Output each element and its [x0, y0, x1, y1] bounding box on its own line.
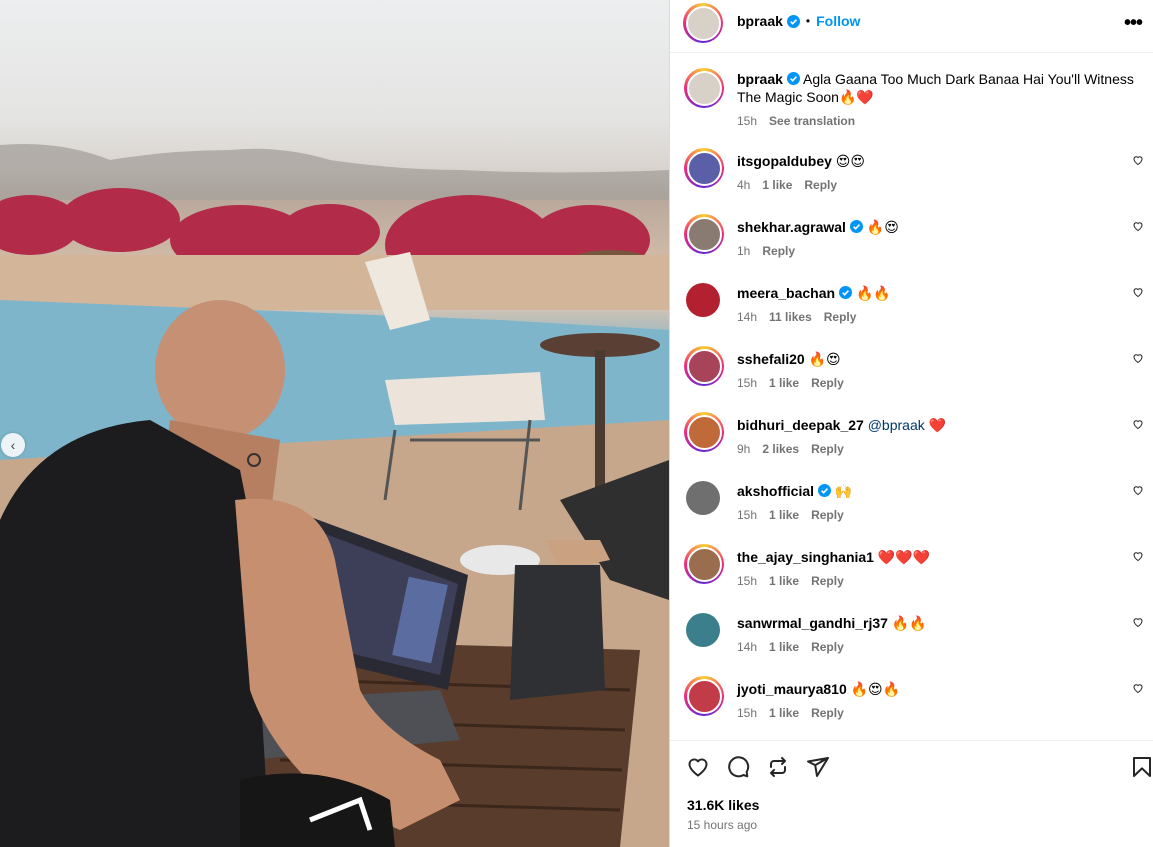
verified-badge-icon — [818, 484, 832, 497]
caption-author-avatar[interactable] — [684, 68, 724, 108]
reply-button[interactable]: Reply — [811, 374, 844, 392]
comment-like-heart-icon[interactable] — [1132, 418, 1144, 430]
verified-badge-icon — [839, 286, 853, 299]
comment-text: 🔥😍 — [808, 351, 841, 367]
comment-like-heart-icon[interactable] — [1132, 154, 1144, 166]
comment-time: 14h — [737, 310, 758, 324]
comment-like-heart-icon[interactable] — [1132, 286, 1144, 298]
comment-icon[interactable] — [726, 755, 750, 779]
verified-badge-icon — [849, 220, 863, 233]
post-image: ‹ — [0, 0, 669, 847]
action-bar — [686, 755, 830, 779]
reply-button[interactable]: Reply — [804, 176, 837, 194]
comment-time: 4h — [737, 178, 751, 192]
comment-like-count[interactable]: 11 likes — [769, 308, 812, 326]
comment-like-count[interactable]: 1 like — [769, 638, 799, 656]
commenter-avatar[interactable] — [684, 412, 724, 452]
comment-like-heart-icon[interactable] — [1132, 352, 1144, 364]
commenter-username[interactable]: akshofficial — [737, 483, 814, 499]
comment-like-count[interactable]: 1 like — [769, 572, 799, 590]
author-username[interactable]: bpraak — [737, 13, 783, 29]
verified-badge-icon — [786, 72, 800, 85]
comment-text: 🔥😍🔥 — [850, 681, 901, 697]
comment-mention-link[interactable]: @bpraak — [868, 417, 925, 433]
commenter-username[interactable]: shekhar.agrawal — [737, 219, 846, 235]
comment-like-count[interactable]: 2 likes — [762, 440, 799, 458]
reply-button[interactable]: Reply — [811, 440, 844, 458]
caption-timestamp: 15h — [737, 114, 758, 128]
heart-icon[interactable] — [686, 755, 710, 779]
comment-time: 15h — [737, 706, 758, 720]
comment-text: 😍😍 — [835, 153, 865, 169]
reply-button[interactable]: Reply — [811, 572, 844, 590]
more-options-icon[interactable]: ••• — [1124, 12, 1143, 35]
commenter-avatar[interactable] — [684, 148, 724, 188]
follow-button[interactable]: Follow — [816, 13, 860, 29]
caption-emojis: 🔥❤️ — [838, 89, 874, 105]
comment-like-heart-icon[interactable] — [1132, 682, 1144, 694]
bookmark-icon[interactable] — [1130, 755, 1153, 779]
share-icon[interactable] — [806, 755, 830, 779]
commenter-avatar[interactable] — [686, 283, 720, 317]
commenter-avatar[interactable] — [686, 481, 720, 515]
comment-time: 9h — [737, 442, 751, 456]
commenter-username[interactable]: itsgopaldubey — [737, 153, 832, 169]
post-photo-illustration — [0, 144, 669, 847]
commenter-username[interactable]: sshefali20 — [737, 351, 805, 367]
post-header: bpraak • Follow ••• — [670, 0, 1153, 53]
comment-time: 15h — [737, 574, 758, 588]
reply-button[interactable]: Reply — [811, 704, 844, 722]
post-timestamp: 15 hours ago — [687, 818, 758, 832]
comment-text: 🔥🔥 — [891, 615, 927, 631]
post-side-panel: bpraak • Follow ••• bpraak Agla Gaana To… — [669, 0, 1153, 847]
post-actions-footer: 31.6K likes 15 hours ago — [670, 740, 1153, 847]
comment-like-count[interactable]: 1 like — [769, 704, 799, 722]
see-translation-link[interactable]: See translation — [769, 112, 855, 130]
comment-like-heart-icon[interactable] — [1132, 616, 1144, 628]
comment-time: 14h — [737, 640, 758, 654]
commenter-username[interactable]: jyoti_maurya810 — [737, 681, 847, 697]
repost-icon[interactable] — [766, 755, 790, 779]
separator-dot: • — [805, 14, 811, 28]
comment-time: 15h — [737, 376, 758, 390]
reply-button[interactable]: Reply — [811, 506, 844, 524]
reply-button[interactable]: Reply — [811, 638, 844, 656]
verified-badge-icon — [786, 14, 800, 28]
comment-text: 🙌 — [834, 483, 853, 499]
commenter-avatar[interactable] — [684, 544, 724, 584]
commenter-username[interactable]: the_ajay_singhania1 — [737, 549, 874, 565]
comment-time: 15h — [737, 508, 758, 522]
reply-button[interactable]: Reply — [762, 242, 795, 260]
commenter-avatar[interactable] — [684, 676, 724, 716]
comment-text: 🔥😍 — [866, 219, 899, 235]
commenter-username[interactable]: sanwrmal_gandhi_rj37 — [737, 615, 888, 631]
comment-time: 1h — [737, 244, 751, 258]
commenter-avatar[interactable] — [684, 346, 724, 386]
comment-like-count[interactable]: 1 like — [769, 374, 799, 392]
author-avatar[interactable] — [683, 3, 723, 43]
commenter-avatar[interactable] — [684, 214, 724, 254]
commenter-username[interactable]: bidhuri_deepak_27 — [737, 417, 864, 433]
author-line: bpraak • Follow — [737, 13, 860, 29]
reply-button[interactable]: Reply — [824, 308, 857, 326]
likes-count[interactable]: 31.6K likes — [687, 797, 759, 813]
commenter-avatar[interactable] — [686, 613, 720, 647]
comment-like-count[interactable]: 1 like — [769, 506, 799, 524]
commenter-username[interactable]: meera_bachan — [737, 285, 835, 301]
comment-text: ❤️ — [928, 417, 947, 433]
comment-like-heart-icon[interactable] — [1132, 550, 1144, 562]
comment-like-heart-icon[interactable] — [1132, 484, 1144, 496]
comment-text: 🔥🔥 — [855, 285, 891, 301]
caption-username[interactable]: bpraak — [737, 71, 783, 87]
comment-like-heart-icon[interactable] — [1132, 220, 1144, 232]
comment-text: ❤️❤️❤️ — [877, 549, 931, 565]
comment-like-count[interactable]: 1 like — [762, 176, 792, 194]
carousel-previous-button[interactable]: ‹ — [1, 433, 25, 457]
